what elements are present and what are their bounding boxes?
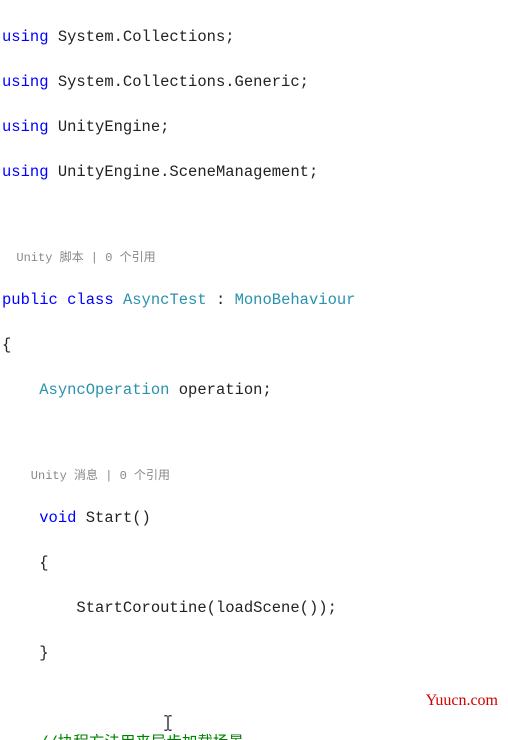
keyword-using: using (2, 118, 49, 136)
keyword-using: using (2, 28, 49, 46)
code-line: void Start() (2, 507, 502, 529)
type-async-test: AsyncTest (123, 291, 207, 309)
code-line: //协程方法用来异步加载场景 (2, 732, 502, 740)
code-line: using System.Collections; (2, 26, 502, 48)
code-line: using System.Collections.Generic; (2, 71, 502, 93)
type-asyncoperation: AsyncOperation (39, 381, 169, 399)
code-line: public class AsyncTest : MonoBehaviour (2, 289, 502, 311)
code-editor[interactable]: using System.Collections; using System.C… (0, 0, 508, 740)
keyword-void: void (39, 509, 76, 527)
code-line: using UnityEngine.SceneManagement; (2, 161, 502, 183)
brace-open: { (2, 334, 502, 356)
brace-open: { (2, 552, 502, 574)
keyword-using: using (2, 163, 49, 181)
blank-line (2, 206, 502, 228)
blank-line (2, 687, 502, 709)
code-line: AsyncOperation operation; (2, 379, 502, 401)
codelens-hint[interactable]: Unity 消息 | 0 个引用 (2, 469, 502, 485)
code-line: StartCoroutine(loadScene()); (2, 597, 502, 619)
codelens-hint[interactable]: Unity 脚本 | 0 个引用 (2, 251, 502, 267)
code-line: using UnityEngine; (2, 116, 502, 138)
keyword-using: using (2, 73, 49, 91)
keyword-public: public (2, 291, 58, 309)
blank-line (2, 424, 502, 446)
keyword-class: class (58, 291, 123, 309)
brace-close: } (2, 642, 502, 664)
comment: //协程方法用来异步加载场景 (39, 734, 244, 740)
type-monobehaviour: MonoBehaviour (235, 291, 356, 309)
